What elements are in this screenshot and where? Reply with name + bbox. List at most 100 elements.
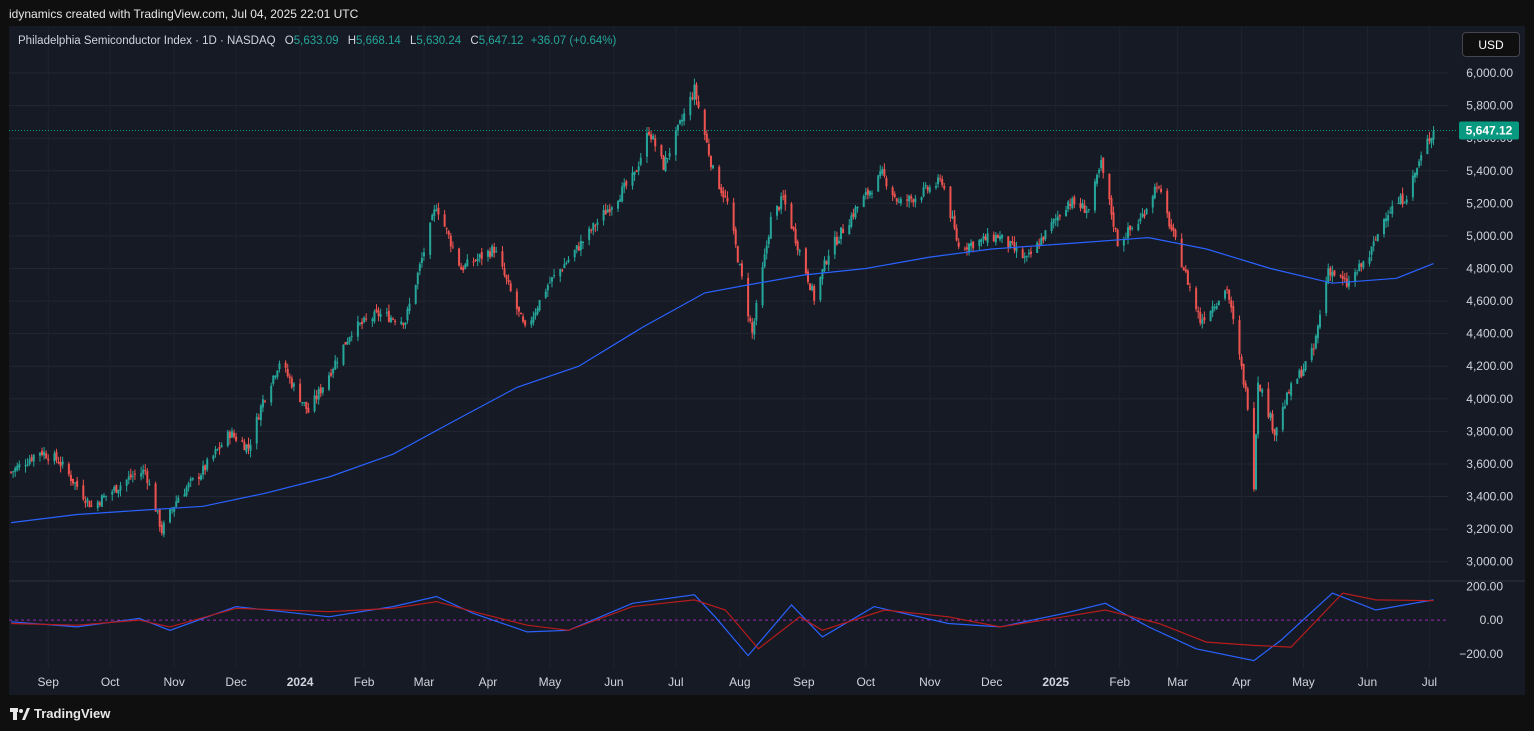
candle-body (129, 474, 132, 478)
candle-body (1269, 413, 1272, 418)
candle-body (984, 236, 987, 241)
candle-body (264, 400, 267, 402)
candle-body (798, 250, 801, 253)
candle-body (1298, 370, 1301, 378)
candle-body (1042, 236, 1045, 241)
candle-body (290, 378, 293, 388)
candle-body (637, 166, 640, 171)
candle-body (532, 316, 535, 323)
candle-body (1100, 160, 1103, 168)
candle-body (736, 246, 739, 263)
candle-body (1151, 196, 1154, 208)
candle-body (307, 407, 310, 413)
candle-body (1374, 239, 1377, 241)
candle-body (776, 205, 779, 216)
candle-body (67, 463, 70, 475)
candle-body (284, 362, 287, 368)
candle-body (474, 260, 477, 262)
candle-body (1058, 215, 1061, 217)
candle-body (495, 251, 498, 253)
candle-body (548, 282, 551, 284)
candle-body (102, 495, 105, 498)
candle-body (811, 285, 814, 291)
candle-body (272, 375, 275, 384)
candle-body (914, 198, 917, 203)
candle-body (1098, 169, 1101, 173)
candle-body (790, 203, 793, 229)
candle-body (1069, 203, 1072, 206)
candle-body (433, 209, 436, 217)
candle-body (82, 485, 85, 500)
candle-body (864, 191, 867, 196)
candle-body (1071, 198, 1074, 209)
candle-body (621, 186, 624, 202)
candle-body (749, 318, 752, 321)
price-axis-label: 3,800.00 (1466, 424, 1513, 438)
candle-body (98, 502, 101, 506)
candle-body (928, 187, 931, 193)
candle-body (371, 319, 374, 321)
price-axis-label: 3,600.00 (1466, 457, 1513, 471)
candle-body (1230, 300, 1233, 308)
candle-body (146, 471, 149, 484)
time-axis-label: Dec (225, 675, 246, 689)
candle-body (998, 236, 1001, 240)
candle-body (259, 405, 262, 421)
price-axis-label: 5,200.00 (1466, 196, 1513, 210)
candle-body (980, 239, 983, 242)
candle-body (705, 133, 708, 143)
candle-body (1430, 137, 1433, 144)
candle-body (972, 241, 975, 249)
candle-body (955, 228, 958, 241)
candle-body (866, 189, 869, 195)
candle-body (1170, 224, 1173, 230)
time-axis-label: Jun (604, 675, 623, 689)
candle-body (1228, 289, 1231, 300)
candle-body (610, 207, 613, 210)
candle-body (414, 284, 417, 304)
candle-body (738, 264, 741, 266)
candle-body (12, 471, 15, 473)
candle-body (460, 266, 463, 270)
candle-body (1085, 210, 1088, 213)
candle-body (559, 269, 562, 277)
chart-canvas[interactable]: 6,000.005,800.005,600.005,400.005,200.00… (0, 0, 1534, 731)
tradingview-logo[interactable]: TradingView (10, 706, 110, 721)
candle-body (986, 233, 989, 243)
candle-body (321, 387, 324, 393)
candle-body (926, 186, 929, 191)
candle-body (486, 250, 489, 257)
candle-body (726, 197, 729, 202)
candle-body (218, 446, 221, 449)
candle-body (379, 313, 382, 317)
candle-body (870, 193, 873, 195)
price-axis-label: 3,000.00 (1466, 555, 1513, 569)
candle-body (377, 310, 380, 316)
candle-body (464, 264, 467, 269)
candle-body (720, 187, 723, 193)
candle-body (274, 375, 277, 378)
candle-body (881, 169, 884, 174)
time-axis-label: Oct (101, 675, 120, 689)
candle-body (780, 196, 783, 210)
candle-body (202, 465, 205, 475)
candle-body (389, 317, 392, 323)
candle-body (47, 458, 50, 461)
time-axis-label: Mar (414, 675, 435, 689)
candle-body (418, 264, 421, 271)
candle-body (451, 246, 454, 248)
candle-body (72, 478, 75, 484)
candle-body (1044, 230, 1047, 240)
candle-body (449, 235, 452, 247)
candle-body (189, 479, 192, 481)
candle-body (1052, 219, 1055, 224)
candle-body (416, 272, 419, 285)
candle-body (1065, 209, 1068, 217)
close-value: 5,647.12 (478, 35, 524, 47)
candle-body (544, 291, 547, 298)
candle-body (1129, 225, 1132, 230)
currency-button[interactable]: USD (1462, 32, 1520, 57)
candle-body (522, 316, 525, 322)
candle-body (361, 321, 364, 325)
candle-body (553, 275, 556, 277)
